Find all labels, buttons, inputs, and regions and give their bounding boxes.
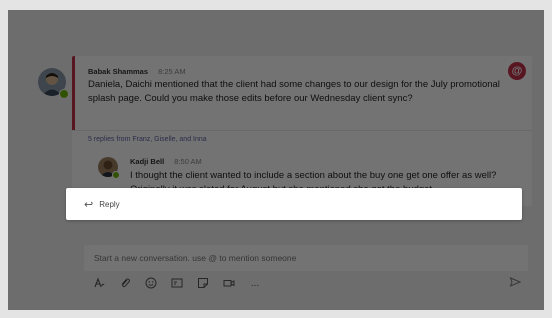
- gif-icon[interactable]: [170, 277, 184, 291]
- message-header: Babak Shammas 8:25 AM: [88, 67, 186, 76]
- teams-channel-view: Babak Shammas 8:25 AM Daniela, Daichi me…: [8, 10, 544, 310]
- more-icon[interactable]: ...: [248, 277, 262, 291]
- replies-summary-link[interactable]: 5 replies from Franz, Giselle, and Inna: [88, 136, 207, 143]
- reply-header: Kadji Bell 8:50 AM: [130, 157, 202, 166]
- compose-toolbar: ...: [92, 276, 262, 292]
- attach-icon[interactable]: [118, 277, 132, 291]
- reply-button[interactable]: ↩ Reply: [66, 188, 522, 220]
- format-icon[interactable]: [92, 277, 106, 291]
- reply-presence-indicator: [112, 171, 120, 179]
- reply-arrow-icon: ↩: [84, 198, 94, 211]
- sticker-icon[interactable]: [196, 277, 210, 291]
- reply-time: 8:50 AM: [174, 157, 202, 166]
- mention-icon: @: [508, 62, 526, 80]
- divider: [72, 130, 532, 131]
- presence-indicator: [59, 89, 69, 99]
- message-time: 8:25 AM: [158, 67, 186, 76]
- reply-label: Reply: [99, 199, 120, 209]
- emoji-icon[interactable]: [144, 277, 158, 291]
- meet-icon[interactable]: [222, 277, 236, 291]
- new-conversation-box[interactable]: Start a new conversation. use @ to menti…: [84, 245, 528, 271]
- message-body: Daniela, Daichi mentioned that the clien…: [88, 79, 500, 104]
- mention-accent-bar: [72, 56, 75, 130]
- message-thread: Babak Shammas 8:25 AM Daniela, Daichi me…: [72, 56, 532, 206]
- author-name[interactable]: Babak Shammas: [88, 67, 148, 76]
- send-icon[interactable]: [508, 276, 522, 290]
- compose-placeholder: Start a new conversation. use @ to menti…: [94, 253, 297, 263]
- reply-author-name[interactable]: Kadji Bell: [130, 157, 164, 166]
